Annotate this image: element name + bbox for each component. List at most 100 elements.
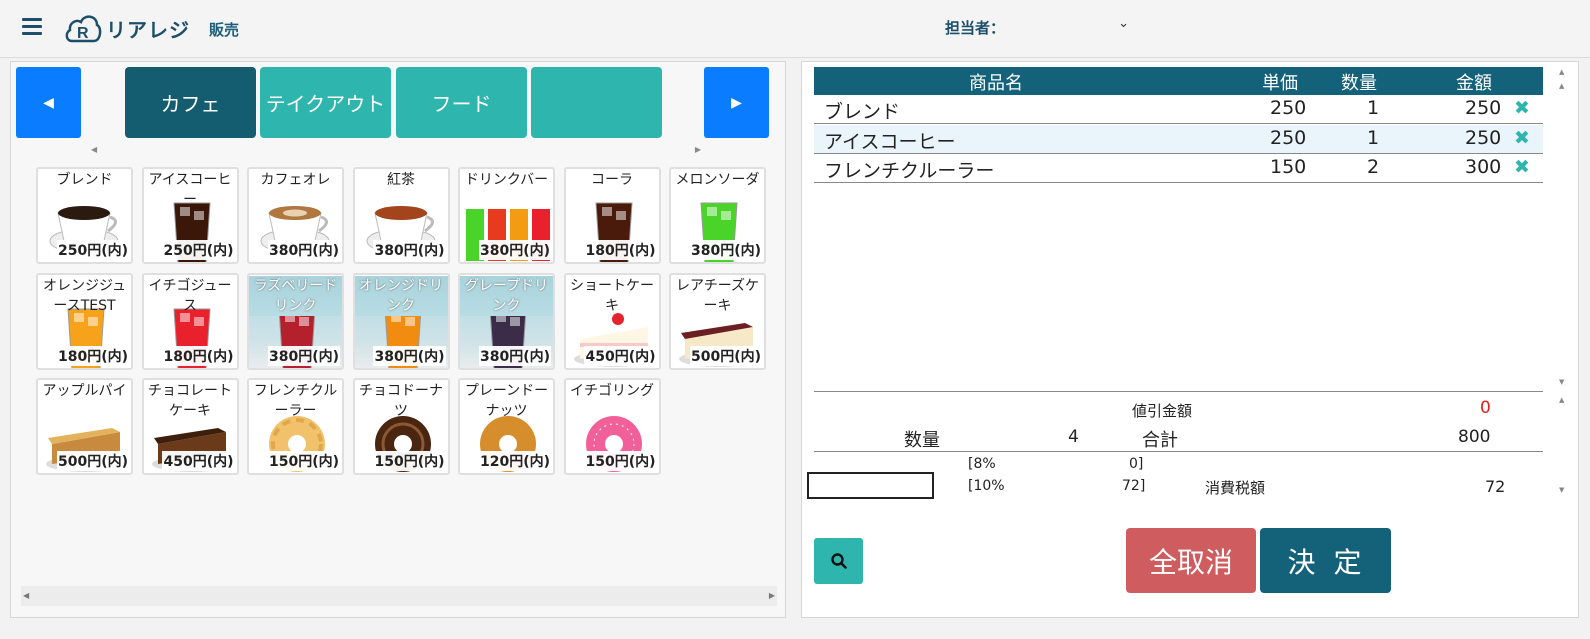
menu-icon[interactable] bbox=[22, 18, 42, 36]
cart-item-qty[interactable]: 1 bbox=[1367, 127, 1379, 149]
discount-label: 値引金額 bbox=[1132, 402, 1193, 420]
divider bbox=[814, 391, 1543, 392]
logo: R リアレジ bbox=[64, 10, 190, 46]
horizontal-scrollbar[interactable]: ◀ ▶ bbox=[21, 586, 777, 606]
delete-icon[interactable]: ✖ bbox=[1514, 156, 1530, 178]
product-name: コーラ bbox=[591, 172, 633, 188]
product-price: 180円(内) bbox=[584, 240, 657, 260]
cart-scroll-down-icon[interactable]: ▼ bbox=[1559, 378, 1569, 386]
product-tile[interactable]: コーラ 180円(内) bbox=[563, 167, 661, 264]
customer-input[interactable] bbox=[807, 472, 934, 499]
col-amount-header: 金額 bbox=[1456, 73, 1492, 94]
cart-scroll-up-icon[interactable]: ▲ bbox=[1559, 82, 1569, 90]
cart-item-qty[interactable]: 2 bbox=[1367, 156, 1379, 178]
product-price: 380円(内) bbox=[267, 345, 340, 366]
confirm-button[interactable]: 決定 bbox=[1260, 528, 1391, 593]
product-name: ラズベリードリンク bbox=[249, 275, 342, 316]
staff-select[interactable]: ⌄ bbox=[1015, 14, 1135, 38]
product-tile[interactable]: オレンジジュースTEST 180円(内) bbox=[36, 272, 133, 370]
cart-row[interactable]: アイスコーヒー 250 1 250 ✖ bbox=[814, 125, 1543, 154]
product-name: チョコドーナツ bbox=[359, 383, 443, 419]
divider bbox=[814, 451, 1543, 452]
cart-item-unit: 250 bbox=[1270, 97, 1307, 119]
summary-scroll-down-icon[interactable]: ▼ bbox=[1559, 486, 1569, 494]
product-price: 380円(内) bbox=[689, 240, 762, 260]
product-name: ドリンクバー bbox=[464, 172, 549, 188]
product-panel: ◀ カフェ テイクアウト フード ▶ ◀ ▶ ブレンド 250円(内) アイスコーヒ… bbox=[10, 61, 786, 618]
product-name: メロンソーダ bbox=[675, 172, 760, 188]
product-price: 380円(内) bbox=[267, 240, 340, 260]
product-price: 380円(内) bbox=[373, 345, 446, 366]
tab-empty[interactable] bbox=[531, 67, 662, 138]
search-icon bbox=[830, 553, 847, 569]
cart-item-name: フレンチクルーラー bbox=[824, 160, 995, 182]
tax10-label: [10% bbox=[968, 478, 1005, 494]
product-tile[interactable]: 紅茶 380円(内) bbox=[352, 167, 450, 264]
product-name: 紅茶 bbox=[387, 172, 415, 188]
qty-value: 4 bbox=[1068, 427, 1079, 447]
product-tile[interactable]: オレンジドリンク 380円(内) bbox=[352, 272, 450, 370]
product-tile[interactable]: ブレンド 250円(内) bbox=[36, 167, 133, 264]
tab-scrollbar[interactable]: ◀ ▶ bbox=[91, 145, 701, 158]
product-name: グレープドリンク bbox=[460, 275, 553, 316]
product-tile[interactable]: カフェオレ 380円(内) bbox=[247, 167, 344, 264]
product-tile[interactable]: ラズベリードリンク 380円(内) bbox=[247, 272, 344, 370]
cart-panel: 商品名 単価 数量 金額 ブレンド 250 1 250 ✖ アイスコーヒー 25… bbox=[801, 61, 1579, 618]
product-tile[interactable]: アップルパイ 500円(内) bbox=[36, 378, 133, 475]
product-price: 250円(内) bbox=[162, 240, 235, 260]
cart-item-amount: 250 bbox=[1465, 127, 1502, 149]
cart-item-unit: 150 bbox=[1270, 156, 1307, 178]
tax8-label: [8% bbox=[968, 456, 996, 472]
product-name: オレンジドリンク bbox=[354, 275, 448, 316]
product-price: 150円(内) bbox=[373, 451, 446, 471]
col-name-header: 商品名 bbox=[969, 73, 1023, 94]
product-tile[interactable]: アイスコーヒー 250円(内) bbox=[141, 167, 239, 264]
nav-sales-link[interactable]: 販売 bbox=[209, 19, 239, 40]
product-name: カフェオレ bbox=[260, 172, 331, 188]
product-name: ショートケーキ bbox=[570, 277, 654, 314]
col-qty-header: 数量 bbox=[1341, 73, 1377, 94]
summary-scroll-up-icon[interactable]: ▲ bbox=[1559, 396, 1569, 404]
product-name: イチゴジュース bbox=[148, 277, 232, 314]
tab-cafe[interactable]: カフェ bbox=[125, 67, 256, 138]
tab-takeout[interactable]: テイクアウト bbox=[260, 67, 391, 138]
scroll-left-icon: ◀ bbox=[23, 591, 30, 600]
product-tile[interactable]: フレンチクルーラー 150円(内) bbox=[247, 378, 344, 475]
category-prev-button[interactable]: ◀ bbox=[16, 67, 81, 138]
cart-item-name: アイスコーヒー bbox=[824, 131, 956, 153]
cart-row[interactable]: ブレンド 250 1 250 ✖ bbox=[814, 95, 1543, 124]
product-tile[interactable]: イチゴリング 150円(内) bbox=[563, 378, 661, 475]
product-tile[interactable]: レアチーズケーキ 500円(内) bbox=[669, 272, 766, 370]
product-tile[interactable]: チョコドーナツ 150円(内) bbox=[352, 378, 450, 475]
cart-scroll-up-icon[interactable]: ▲ bbox=[1559, 68, 1569, 76]
svg-text:R: R bbox=[77, 25, 89, 42]
product-price: 120円(内) bbox=[478, 451, 551, 471]
cart-row[interactable]: フレンチクルーラー 150 2 300 ✖ bbox=[814, 154, 1543, 183]
tax-value: 72 bbox=[1485, 477, 1506, 496]
product-price: 250円(内) bbox=[56, 240, 129, 260]
product-tile[interactable]: グレープドリンク 380円(内) bbox=[458, 272, 555, 370]
product-tile[interactable]: プレーンドーナッツ 120円(内) bbox=[458, 378, 555, 475]
delete-icon[interactable]: ✖ bbox=[1514, 97, 1530, 119]
product-price: 450円(内) bbox=[584, 345, 657, 366]
chevron-down-icon: ⌄ bbox=[1118, 16, 1129, 31]
delete-icon[interactable]: ✖ bbox=[1514, 127, 1530, 149]
cart-item-qty[interactable]: 1 bbox=[1367, 97, 1379, 119]
product-tile[interactable]: イチゴジュース 180円(内) bbox=[141, 272, 239, 370]
product-tile[interactable]: ドリンクバー 380円(内) bbox=[458, 167, 555, 264]
tab-food[interactable]: フード bbox=[396, 67, 527, 138]
total-label: 合計 bbox=[1142, 430, 1178, 451]
product-price: 180円(内) bbox=[56, 345, 129, 366]
discount-value: 0 bbox=[1480, 398, 1491, 418]
product-name: プレーンドーナッツ bbox=[464, 383, 549, 419]
product-tile[interactable]: ショートケーキ 450円(内) bbox=[563, 272, 661, 370]
category-next-button[interactable]: ▶ bbox=[704, 67, 769, 138]
product-tile[interactable]: チョコレートケーキ 450円(内) bbox=[141, 378, 239, 475]
product-price: 380円(内) bbox=[373, 240, 446, 260]
product-name: レアチーズケーキ bbox=[675, 277, 760, 314]
search-button[interactable] bbox=[814, 538, 863, 584]
scroll-right-icon: ▶ bbox=[768, 591, 775, 600]
product-tile[interactable]: メロンソーダ 380円(内) bbox=[669, 167, 766, 264]
cancel-all-button[interactable]: 全取消 bbox=[1126, 528, 1256, 593]
total-value: 800 bbox=[1458, 427, 1491, 447]
